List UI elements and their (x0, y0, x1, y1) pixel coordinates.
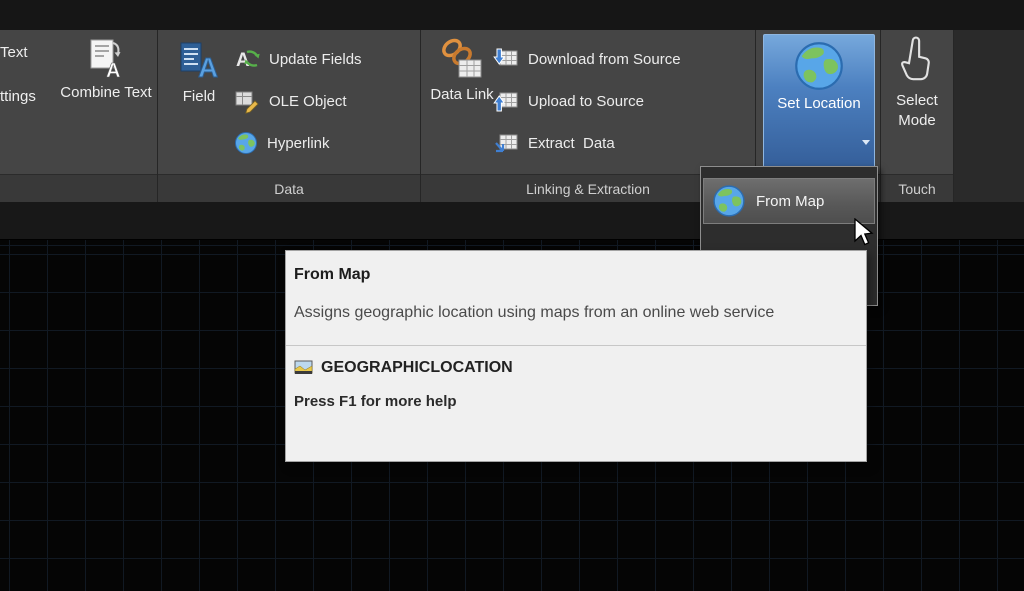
mouse-cursor-icon (852, 218, 874, 248)
select-mode-button[interactable]: Select Mode (885, 34, 949, 168)
globe-icon (712, 184, 746, 218)
download-from-source-button[interactable]: Download from Source (493, 38, 743, 80)
download-from-source-icon (493, 46, 519, 72)
app-window: Text ttings A Combine Text (0, 0, 1024, 591)
hyperlink-label: Hyperlink (267, 135, 330, 152)
from-map-tooltip: From Map Assigns geographic location usi… (285, 250, 867, 462)
data-link-icon (440, 37, 484, 81)
tooltip-divider (286, 345, 866, 346)
field-button[interactable]: A Field (168, 36, 230, 164)
update-fields-icon: A (234, 46, 260, 72)
panel-label-partial[interactable] (0, 174, 157, 202)
tooltip-description: Assigns geographic location using maps f… (294, 301, 846, 326)
cutoff-settings-button-label[interactable]: ttings (0, 88, 36, 105)
upload-to-source-label: Upload to Source (528, 93, 644, 110)
upload-to-source-icon (493, 88, 519, 114)
combine-text-button[interactable]: A Combine Text (58, 36, 154, 168)
extract-data-icon (493, 130, 519, 156)
from-map-item-label: From Map (756, 193, 824, 210)
ribbon-empty-area (954, 30, 1024, 202)
download-from-source-label: Download from Source (528, 51, 681, 68)
set-location-button[interactable]: Set Location (763, 34, 875, 168)
set-location-label: Set Location (777, 94, 860, 114)
update-fields-label: Update Fields (269, 51, 362, 68)
combine-text-icon: A (86, 37, 126, 79)
field-icon: A (177, 37, 221, 83)
combine-text-label: Combine Text (60, 83, 151, 103)
hyperlink-globe-icon (234, 131, 258, 155)
panel-data: A Field A (158, 30, 421, 202)
ole-object-icon (234, 88, 260, 114)
tooltip-help-text: Press F1 for more help (294, 393, 858, 410)
extract-data-button[interactable]: Extract Data (493, 122, 743, 164)
select-mode-hand-icon (901, 35, 933, 87)
data-link-button[interactable]: Data Link (427, 36, 497, 164)
panel-touch: Select Mode Touch (881, 30, 954, 202)
geographiclocation-command-icon (294, 360, 313, 376)
select-mode-label: Select Mode (886, 91, 948, 130)
panel-text-partial: Text ttings A Combine Text (0, 30, 158, 202)
extract-data-label: Extract Data (528, 135, 615, 152)
ole-object-button[interactable]: OLE Object (234, 80, 414, 122)
tooltip-title: From Map (294, 266, 858, 284)
panel-label-data[interactable]: Data (158, 174, 420, 202)
cutoff-text-button-label[interactable]: Text (0, 44, 28, 61)
field-label: Field (183, 87, 216, 107)
update-fields-button[interactable]: A Update Fields (234, 38, 414, 80)
upload-to-source-button[interactable]: Upload to Source (493, 80, 743, 122)
set-location-globe-icon (793, 40, 845, 92)
tooltip-command-name: GEOGRAPHICLOCATION (321, 359, 513, 377)
svg-text:A: A (198, 52, 218, 83)
svg-text:A: A (236, 50, 250, 71)
data-link-label: Data Link (430, 85, 493, 105)
chevron-down-icon[interactable] (862, 140, 870, 145)
hyperlink-button[interactable]: Hyperlink (234, 122, 414, 164)
ole-object-label: OLE Object (269, 93, 347, 110)
svg-text:A: A (106, 60, 120, 79)
dropdown-item-from-map[interactable]: From Map (703, 178, 875, 224)
panel-label-touch[interactable]: Touch (881, 174, 953, 202)
window-top-strip (0, 0, 1024, 30)
